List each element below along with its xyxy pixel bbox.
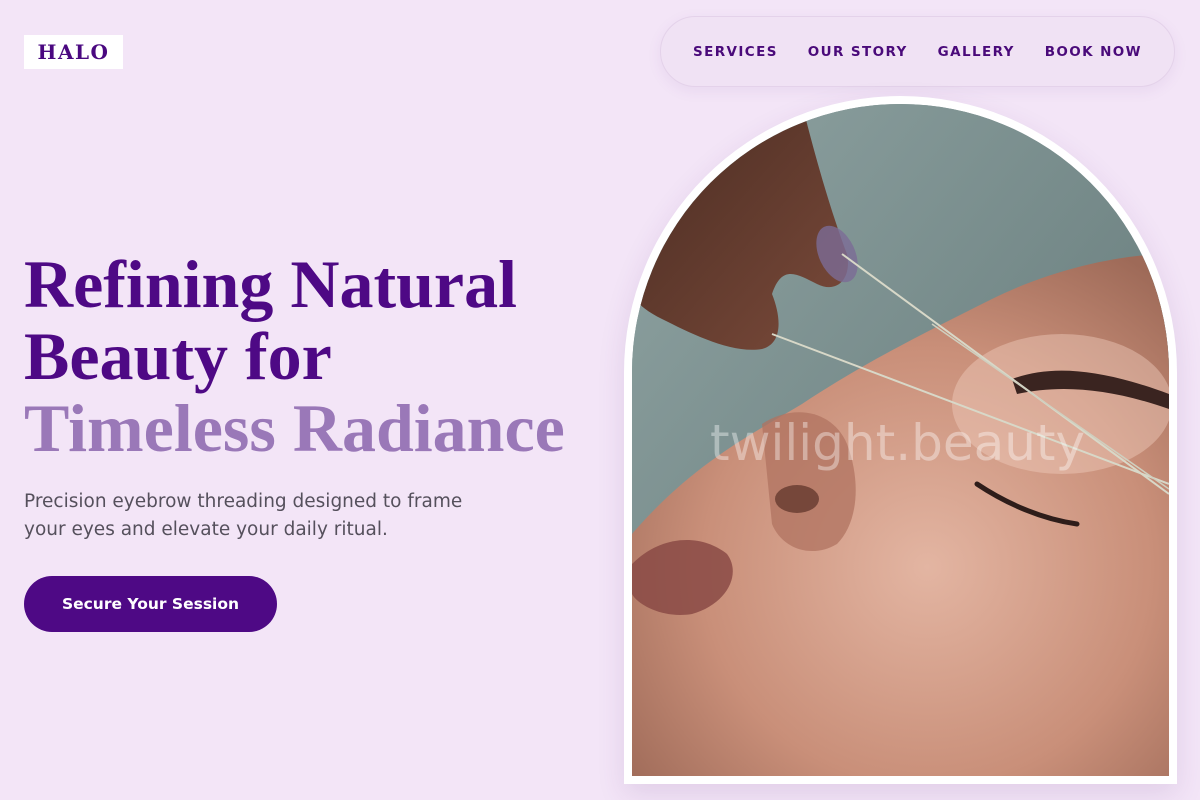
- brand-logo[interactable]: HALO: [24, 35, 123, 69]
- hero-subtext: Precision eyebrow threading designed to …: [24, 491, 463, 540]
- nav-item-our-story[interactable]: OUR STORY: [808, 44, 908, 60]
- headline-line-1: Refining Natural: [24, 246, 517, 322]
- secure-session-button[interactable]: Secure Your Session: [24, 576, 277, 632]
- nav-item-gallery[interactable]: GALLERY: [938, 44, 1015, 60]
- headline-line-3: Timeless Radiance: [24, 390, 565, 466]
- hero-image: twilight.beauty: [632, 104, 1169, 776]
- hero-image-frame: twilight.beauty: [624, 96, 1177, 784]
- main-nav: SERVICES OUR STORY GALLERY BOOK NOW: [660, 16, 1175, 87]
- nav-item-book-now[interactable]: BOOK NOW: [1045, 44, 1142, 60]
- nav-item-services[interactable]: SERVICES: [693, 44, 778, 60]
- hero-headline: Refining Natural Beauty for Timeless Rad…: [24, 248, 565, 464]
- image-watermark: twilight.beauty: [710, 414, 1086, 472]
- headline-line-2: Beauty for: [24, 318, 332, 394]
